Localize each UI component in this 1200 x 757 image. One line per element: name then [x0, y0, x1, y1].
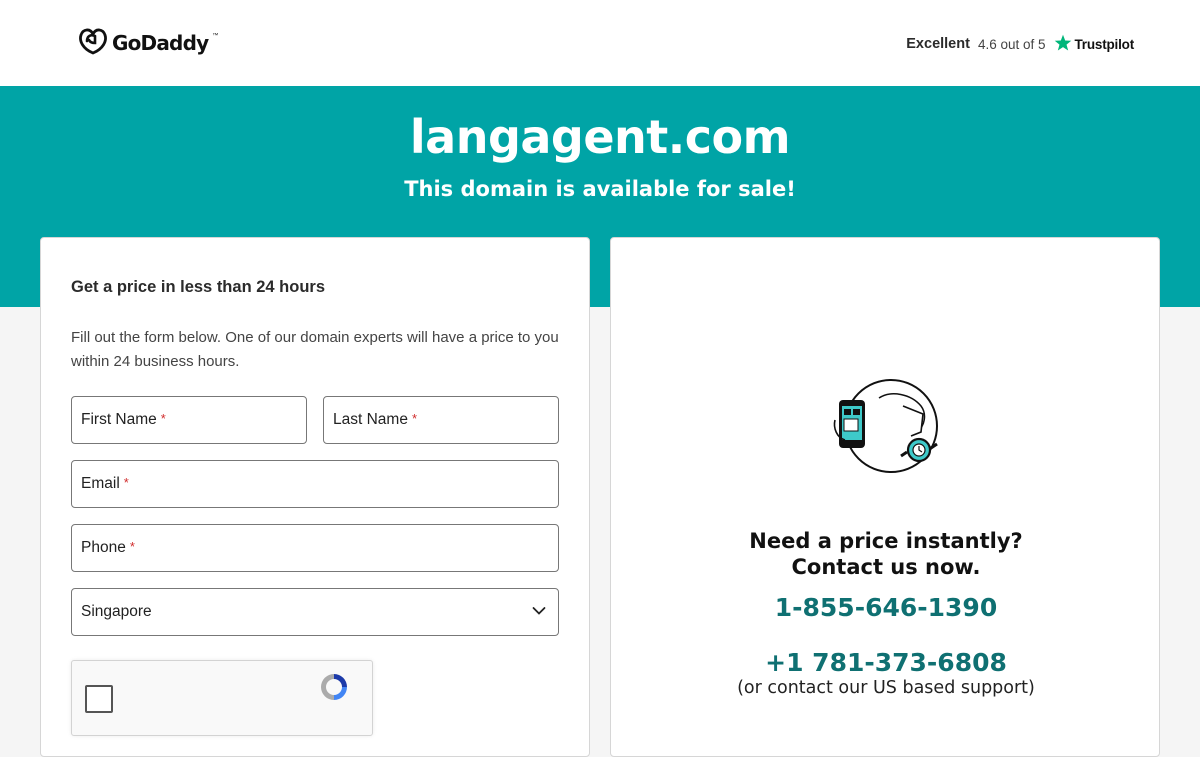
required-marker: *	[123, 474, 129, 490]
last-name-label: Last Name	[333, 411, 408, 428]
country-value: Singapore	[81, 603, 152, 620]
price-request-form-card: Get a price in less than 24 hours Fill o…	[40, 237, 590, 757]
last-name-field[interactable]: Last Name *	[323, 396, 559, 444]
trustpilot-label: Trustpilot	[1074, 36, 1135, 52]
form-title: Get a price in less than 24 hours	[71, 278, 326, 296]
email-label: Email	[81, 475, 120, 492]
trustpilot-star-icon	[1054, 34, 1072, 55]
recaptcha-widget	[71, 660, 373, 736]
first-name-field[interactable]: First Name *	[71, 396, 307, 444]
email-field[interactable]: Email *	[71, 460, 559, 508]
recaptcha-icon	[318, 671, 350, 708]
contact-card: Need a price instantly? Contact us now. …	[610, 237, 1160, 757]
contact-heading-line2: Contact us now.	[791, 555, 981, 579]
phone-field[interactable]: Phone *	[71, 524, 559, 572]
rating-score: 4.6 out of 5	[977, 36, 1046, 52]
logo-wordmark: GoDaddy	[112, 31, 209, 55]
godaddy-logo[interactable]: GoDaddy ™	[78, 28, 218, 58]
domain-sale-subtitle: This domain is available for sale!	[404, 177, 796, 201]
form-description: Fill out the form below. One of our doma…	[71, 329, 559, 370]
rating-word: Excellent	[906, 36, 970, 52]
phone-link-secondary[interactable]: +1 781-373-6808	[611, 648, 1161, 677]
phone-label: Phone	[81, 539, 126, 556]
logo-trademark: ™	[212, 33, 219, 39]
chevron-down-icon	[532, 603, 546, 621]
domain-name-title: langagent.com	[409, 110, 791, 164]
support-note: (or contact our US based support)	[737, 678, 1035, 698]
trustpilot-rating[interactable]: Excellent 4.6 out of 5 Trustpilot	[906, 32, 1134, 56]
site-header: GoDaddy ™ Excellent 4.6 out of 5 Trustpil…	[0, 0, 1200, 86]
phone-link-primary[interactable]: 1-855-646-1390	[611, 593, 1161, 622]
trustpilot-brand: Trustpilot	[1054, 34, 1135, 55]
first-name-label: First Name	[81, 411, 157, 428]
required-marker: *	[160, 410, 166, 426]
required-marker: *	[129, 538, 135, 554]
godaddy-logo-icon	[78, 27, 108, 60]
country-select[interactable]: Singapore	[71, 588, 559, 636]
recaptcha-checkbox[interactable]	[85, 685, 113, 713]
contact-heading: Need a price instantly? Contact us now.	[611, 528, 1161, 580]
phone-clock-illustration	[831, 376, 943, 481]
required-marker: *	[411, 410, 418, 426]
contact-heading-line1: Need a price instantly?	[749, 529, 1023, 553]
